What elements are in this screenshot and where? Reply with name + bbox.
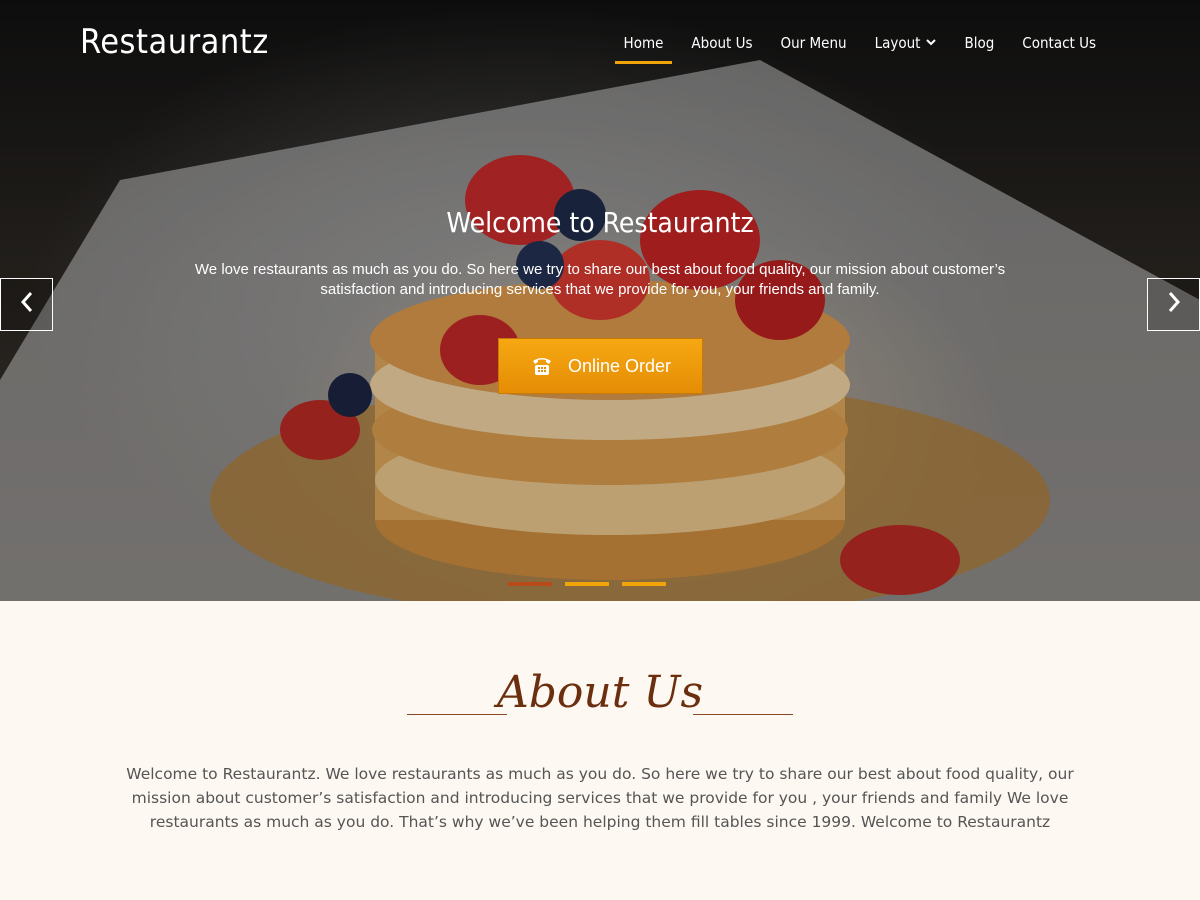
slider-dot-1[interactable] (508, 582, 552, 586)
heading-divider-right (693, 714, 793, 715)
nav-item-label: About Us (691, 34, 753, 52)
main-nav: Home About Us Our Menu Layout Blog Conta… (605, 30, 1105, 64)
nav-item-label: Layout (874, 34, 921, 52)
nav-item-blog[interactable]: Blog (955, 30, 1003, 64)
slider-prev-button[interactable] (0, 278, 53, 331)
nav-item-layout[interactable]: Layout (866, 30, 946, 64)
about-section: About Us Welcome to Restaurantz. We love… (0, 601, 1200, 900)
slider-dot-2[interactable] (565, 582, 609, 586)
phone-icon (530, 354, 554, 378)
chevron-right-icon (1167, 291, 1181, 318)
slider-dot-3[interactable] (622, 582, 666, 586)
nav-item-contact-us[interactable]: Contact Us (1013, 30, 1105, 64)
nav-item-label: Blog (964, 34, 995, 52)
nav-item-label: Our Menu (780, 34, 847, 52)
hero-overlay (0, 0, 1200, 601)
chevron-left-icon (20, 291, 34, 318)
site-title[interactable]: Restaurantz (80, 22, 269, 62)
nav-item-our-menu[interactable]: Our Menu (772, 30, 856, 64)
online-order-button[interactable]: Online Order (498, 338, 703, 394)
slider-pagination (508, 582, 666, 586)
hero-title: Welcome to Restaurantz (446, 206, 754, 239)
chevron-down-icon (926, 36, 937, 49)
hero-slider (0, 0, 1200, 601)
nav-item-home[interactable]: Home (614, 30, 673, 64)
about-heading: About Us (496, 667, 704, 718)
hero-description: We love restaurants as much as you do. S… (194, 261, 1006, 298)
slider-next-button[interactable] (1147, 278, 1200, 331)
nav-item-label: Contact Us (1022, 34, 1096, 52)
nav-item-label: Home (623, 34, 664, 52)
online-order-label: Online Order (567, 355, 672, 376)
about-text: Welcome to Restaurantz. We love restaura… (126, 765, 1074, 831)
nav-item-about-us[interactable]: About Us (682, 30, 761, 64)
